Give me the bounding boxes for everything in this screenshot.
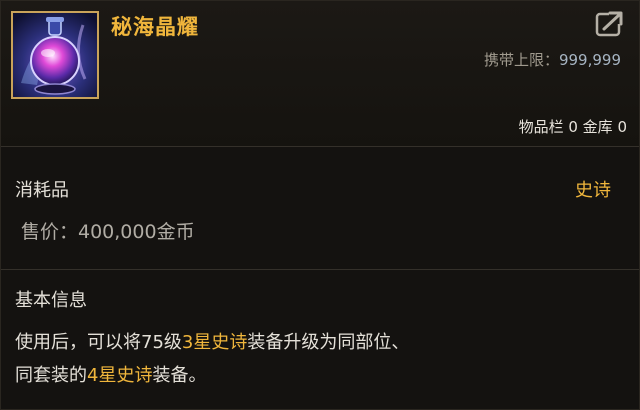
desc-text: 装备。 [152, 365, 207, 386]
carry-limit-value: 999,999 [558, 51, 621, 69]
basic-info-title: 基本信息 [15, 290, 87, 311]
desc-text: 同套装的 [15, 365, 87, 386]
desc-text: 使用后，可以将75级 [15, 332, 182, 353]
item-rarity: 史诗 [575, 180, 611, 201]
crystal-potion-icon [11, 11, 99, 99]
carry-limit-label: 携带上限： [483, 51, 559, 69]
tooltip-header: 秘海晶耀 携带上限：999,999 物品栏 0 金库 0 [1, 1, 639, 147]
item-name: 秘海晶耀 [111, 15, 199, 39]
section-divider [1, 269, 639, 270]
desc-text: 装备升级为同部位、 [247, 332, 410, 353]
desc-highlight: 4星史诗 [87, 365, 153, 386]
item-price: 售价：400,000金币 [21, 221, 195, 243]
share-icon[interactable] [595, 9, 625, 39]
carry-limit: 携带上限：999,999 [484, 49, 621, 70]
item-tooltip: 秘海晶耀 携带上限：999,999 物品栏 0 金库 0 消耗品 史诗 售价：4… [0, 0, 640, 410]
item-type: 消耗品 [15, 180, 69, 201]
item-description: 使用后，可以将75级3星史诗装备升级为同部位、 同套装的4星史诗装备。 [15, 326, 625, 392]
inventory-count: 物品栏 0 金库 0 [518, 118, 627, 136]
desc-highlight: 3星史诗 [181, 332, 248, 353]
